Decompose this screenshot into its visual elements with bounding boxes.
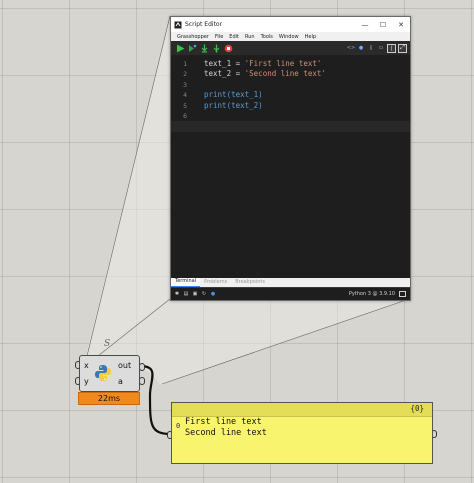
active-code-line bbox=[171, 121, 410, 132]
toolbar: <> ● ▯ ▭ ⟨ ⤢ bbox=[171, 41, 410, 55]
settings-gear-icon[interactable]: ✱ bbox=[174, 291, 180, 297]
step-into-button[interactable] bbox=[199, 43, 209, 53]
code-editor[interactable]: 1 2 3 4 5 6 7 text_1 = 'First line text'… bbox=[171, 55, 410, 270]
line-number: 1 bbox=[183, 60, 187, 68]
bottom-panel-tabs: Terminal Problems Breakpoints bbox=[171, 278, 410, 287]
string-literal: 'Second line text' bbox=[244, 69, 326, 79]
minimize-button[interactable]: — bbox=[356, 17, 374, 32]
line-number-gutter: 1 2 3 4 5 6 7 bbox=[171, 55, 193, 132]
copy-icon[interactable]: ▯ bbox=[367, 44, 375, 52]
function-args: (text_2) bbox=[226, 100, 263, 110]
panel-left-icon[interactable]: ⟨ bbox=[387, 43, 396, 53]
component-timer: 22ms bbox=[78, 392, 140, 405]
page-icon[interactable]: ▭ bbox=[377, 44, 385, 52]
close-button[interactable]: ✕ bbox=[392, 17, 410, 32]
script-editor-window: Script Editor — ☐ ✕ Grasshopper File Edi… bbox=[170, 16, 411, 301]
menu-file[interactable]: File bbox=[212, 34, 226, 40]
stop-button[interactable] bbox=[223, 43, 233, 53]
input-y-label[interactable]: y bbox=[84, 377, 89, 386]
line-number: 6 bbox=[183, 111, 187, 120]
line-number: 5 bbox=[183, 101, 187, 110]
operator: = bbox=[231, 59, 245, 68]
window-title: Script Editor bbox=[185, 21, 223, 28]
menu-edit[interactable]: Edit bbox=[226, 34, 242, 40]
tab-terminal[interactable]: Terminal bbox=[171, 278, 201, 287]
function-args: (text_1) bbox=[226, 90, 263, 100]
function-name: print bbox=[204, 100, 227, 110]
code-line: print(text_2) bbox=[204, 101, 410, 111]
code-area[interactable]: text_1 = 'First line text' text_2 = 'Sec… bbox=[171, 55, 410, 132]
debug-icon bbox=[188, 44, 196, 52]
output-a-label[interactable]: a bbox=[118, 377, 123, 386]
panel-line: Second line text bbox=[185, 427, 267, 438]
function-name: print bbox=[204, 90, 227, 100]
code-line: text_1 = 'First line text' bbox=[204, 59, 410, 69]
output-out-label[interactable]: out bbox=[118, 361, 131, 370]
code-line: print(text_1) bbox=[204, 90, 410, 100]
panel-line: First line text bbox=[185, 417, 262, 427]
panel-header: {0} bbox=[172, 403, 432, 417]
component-nickname: S bbox=[104, 339, 111, 349]
status-bar: ✱ ▤ ▣ ↻ ● Python 3 @ 3.9.10 bbox=[171, 287, 410, 300]
grasshopper-canvas[interactable]: Script Editor — ☐ ✕ Grasshopper File Edi… bbox=[0, 0, 474, 483]
save-icon[interactable]: ▣ bbox=[192, 291, 198, 297]
variable-name: text_2 bbox=[204, 69, 232, 79]
menu-bar: Grasshopper File Edit Run Tools Window H… bbox=[171, 32, 410, 41]
panel-content: First line text Second line text bbox=[185, 417, 267, 438]
language-indicator[interactable]: Python 3 @ 3.9.10 bbox=[349, 291, 395, 297]
menu-tools[interactable]: Tools bbox=[258, 34, 276, 40]
tab-breakpoints[interactable]: Breakpoints bbox=[231, 279, 269, 287]
stop-icon bbox=[224, 44, 232, 52]
panel-path-count: {0} bbox=[410, 404, 424, 413]
output-panel[interactable]: {0} 0 First line text Second line text bbox=[171, 402, 433, 464]
script-editor-icon bbox=[174, 21, 182, 28]
title-bar[interactable]: Script Editor — ☐ ✕ bbox=[171, 17, 410, 32]
panel-item-index: 0 bbox=[176, 422, 181, 430]
menu-grasshopper[interactable]: Grasshopper bbox=[174, 34, 212, 40]
line-number: 2 bbox=[183, 70, 187, 79]
menu-run[interactable]: Run bbox=[242, 34, 258, 40]
maximize-button[interactable]: ☐ bbox=[374, 17, 392, 32]
layout-toggle-icon[interactable] bbox=[399, 291, 406, 297]
panel-expand-icon[interactable]: ⤢ bbox=[398, 43, 407, 53]
operator: = bbox=[231, 69, 245, 79]
step-into-icon bbox=[201, 44, 207, 52]
python-icon[interactable]: ● bbox=[210, 291, 216, 297]
menu-help[interactable]: Help bbox=[302, 34, 319, 40]
step-over-button[interactable] bbox=[211, 43, 221, 53]
run-button[interactable] bbox=[175, 43, 185, 53]
code-view-icon[interactable]: <> bbox=[347, 44, 355, 52]
document-icon[interactable]: ▤ bbox=[183, 291, 189, 297]
string-literal: 'First line text' bbox=[244, 59, 322, 68]
variable-name: text_1 bbox=[204, 59, 232, 68]
tab-problems[interactable]: Problems bbox=[200, 279, 231, 287]
menu-window[interactable]: Window bbox=[276, 34, 302, 40]
line-number: 4 bbox=[183, 91, 187, 100]
input-x-label[interactable]: x bbox=[84, 361, 89, 370]
settings-icon[interactable]: ● bbox=[357, 44, 365, 52]
step-over-icon bbox=[213, 44, 219, 53]
python-logo-icon bbox=[95, 365, 111, 381]
python-script-component[interactable]: x y out a bbox=[79, 355, 140, 392]
line-number: 3 bbox=[183, 80, 187, 89]
code-line: text_2 = 'Second line text' bbox=[204, 69, 410, 79]
run-icon bbox=[176, 44, 184, 52]
refresh-icon[interactable]: ↻ bbox=[201, 291, 207, 297]
debug-button[interactable] bbox=[187, 43, 197, 53]
